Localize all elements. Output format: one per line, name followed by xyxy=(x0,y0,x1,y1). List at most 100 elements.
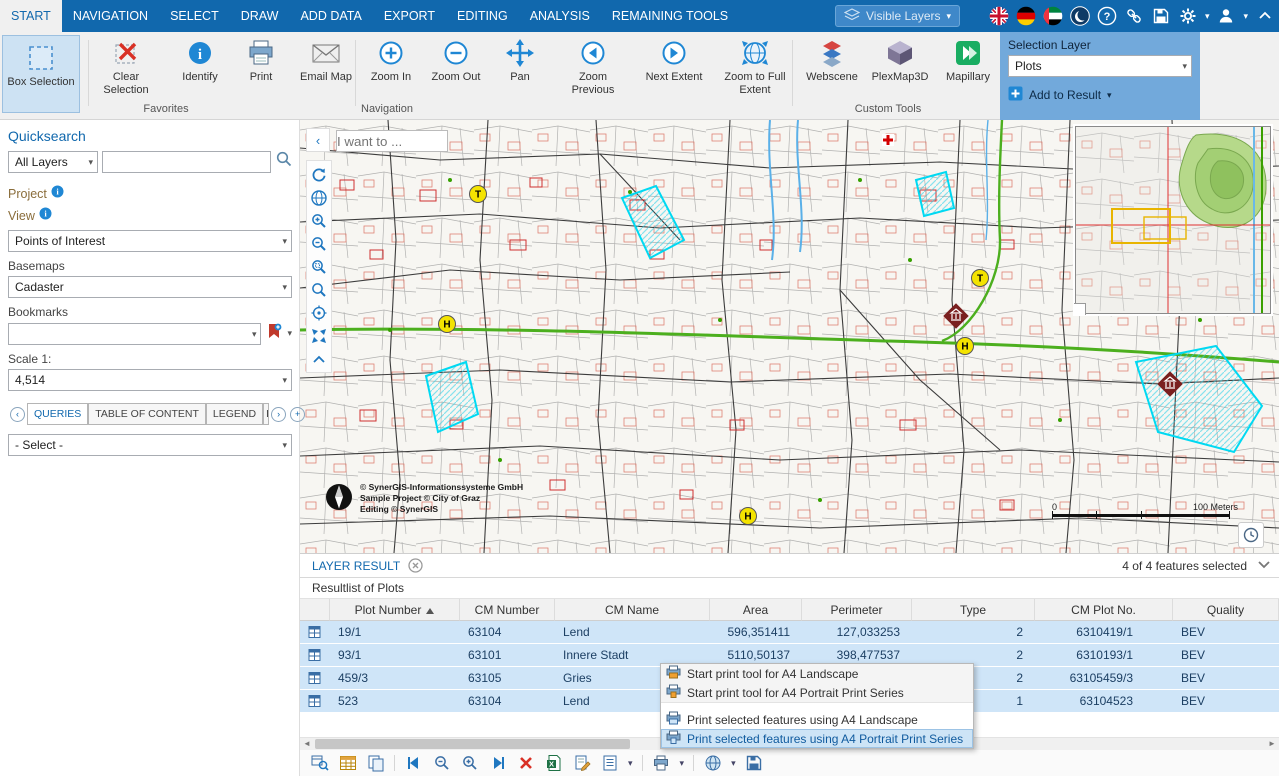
i-want-to-input[interactable] xyxy=(336,130,448,152)
previous-record-icon[interactable] xyxy=(404,754,423,773)
add-bookmark-icon[interactable] xyxy=(265,322,283,345)
scale-select[interactable]: 4,514 ▾ xyxy=(8,369,292,391)
zoom-out-record-icon[interactable] xyxy=(432,754,451,773)
col-cm-plot-no[interactable]: CM Plot No. xyxy=(1035,599,1173,621)
language-flag-ae[interactable] xyxy=(1043,6,1063,26)
quicksearch-input[interactable] xyxy=(102,151,271,173)
tab-table-of-content[interactable]: TABLE OF CONTENT xyxy=(88,403,206,425)
excel-export-icon[interactable]: X xyxy=(544,754,563,773)
gear-icon[interactable] xyxy=(1178,6,1198,26)
project-link[interactable]: Project xyxy=(8,187,47,201)
help-icon[interactable]: ? xyxy=(1097,6,1117,26)
export-menu-caret[interactable]: ▾ xyxy=(731,758,736,769)
tab-remaining-tools[interactable]: REMAINING TOOLS xyxy=(601,0,739,32)
map-viewport[interactable]: T H T H H ‹ xyxy=(300,120,1279,553)
tool-email-map[interactable]: Email Map xyxy=(293,35,359,84)
tool-mapillary[interactable]: Mapillary xyxy=(935,35,1001,84)
tab-export[interactable]: EXPORT xyxy=(373,0,446,32)
user-icon[interactable] xyxy=(1216,6,1236,26)
context-menu-item[interactable]: Print selected features using A4 Landsca… xyxy=(661,710,973,729)
search-icon[interactable] xyxy=(275,150,293,173)
tool-next-extent[interactable]: Next Extent xyxy=(641,35,707,84)
language-flag-uk[interactable] xyxy=(989,6,1009,26)
report-menu-caret[interactable]: ▾ xyxy=(628,758,633,769)
table-row[interactable]: 19/1 63104 Lend 596,351411 127,033253 2 … xyxy=(300,621,1279,644)
record-icon[interactable] xyxy=(300,644,330,666)
tool-print[interactable]: Print xyxy=(228,35,294,84)
time-slider-icon[interactable] xyxy=(1238,522,1264,548)
tool-pan[interactable]: Pan xyxy=(487,35,553,84)
tool-zoom-previous[interactable]: Zoom Previous xyxy=(560,35,626,97)
tabs-scroll-left-icon[interactable]: ‹ xyxy=(10,407,25,422)
tab-queries[interactable]: QUERIES xyxy=(27,403,88,425)
tab-clipped[interactable]: L xyxy=(263,403,269,425)
close-result-icon[interactable] xyxy=(408,558,423,573)
print-results-icon[interactable] xyxy=(652,754,671,773)
globe-icon[interactable] xyxy=(308,186,330,209)
tool-plexmap3d[interactable]: PlexMap3D xyxy=(867,35,933,84)
zoom-free-icon[interactable] xyxy=(308,278,330,301)
save-results-icon[interactable] xyxy=(745,754,764,773)
user-menu-caret[interactable]: ▾ xyxy=(1243,11,1248,22)
copy-records-icon[interactable] xyxy=(366,754,385,773)
selection-layer-select[interactable]: Plots ▾ xyxy=(1008,55,1192,77)
zoom-in-record-icon[interactable] xyxy=(460,754,479,773)
tab-navigation[interactable]: NAVIGATION xyxy=(62,0,159,32)
chevron-down-icon[interactable]: ▾ xyxy=(287,328,292,339)
tool-zoom-out[interactable]: Zoom Out xyxy=(423,35,489,84)
tab-editing[interactable]: EDITING xyxy=(446,0,519,32)
gear-menu-caret[interactable]: ▾ xyxy=(1205,11,1210,22)
report-icon[interactable] xyxy=(600,754,619,773)
scrollbar-thumb[interactable] xyxy=(315,739,630,749)
view-select[interactable]: Points of Interest ▾ xyxy=(8,230,292,252)
tabs-more-icon[interactable]: + xyxy=(290,407,305,422)
full-extent-arrows-icon[interactable] xyxy=(308,324,330,347)
print-menu-caret[interactable]: ▾ xyxy=(680,758,685,769)
tool-zoom-in[interactable]: Zoom In xyxy=(358,35,424,84)
col-cm-number[interactable]: CM Number xyxy=(460,599,555,621)
tab-analysis[interactable]: ANALYSIS xyxy=(519,0,601,32)
info-icon[interactable]: i xyxy=(51,185,64,203)
scroll-left-icon[interactable]: ◄ xyxy=(300,738,314,750)
collapse-toolbar-icon[interactable] xyxy=(308,347,330,370)
tab-add-data[interactable]: ADD DATA xyxy=(289,0,372,32)
col-cm-name[interactable]: CM Name xyxy=(555,599,710,621)
record-icon[interactable] xyxy=(300,621,330,643)
save-icon[interactable] xyxy=(1151,6,1171,26)
tool-clear-selection[interactable]: Clear Selection xyxy=(93,35,159,97)
query-select[interactable]: - Select - ▾ xyxy=(8,434,292,456)
basemaps-select[interactable]: Cadaster ▾ xyxy=(8,276,292,298)
language-flag-de[interactable] xyxy=(1016,6,1036,26)
scroll-right-icon[interactable]: ► xyxy=(1265,738,1279,750)
tab-legend[interactable]: LEGEND xyxy=(206,403,263,425)
info-icon[interactable]: i xyxy=(39,207,52,225)
hospital-marker[interactable] xyxy=(882,134,894,146)
refresh-icon[interactable] xyxy=(308,163,330,186)
center-map-icon[interactable] xyxy=(308,301,330,324)
context-menu-item-selected[interactable]: Print selected features using A4 Portrai… xyxy=(661,729,973,748)
layer-result-tab[interactable]: LAYER RESULT xyxy=(300,559,400,573)
tab-start[interactable]: START xyxy=(0,0,62,32)
tab-select[interactable]: SELECT xyxy=(159,0,230,32)
view-link[interactable]: View xyxy=(8,209,35,223)
tool-box-selection[interactable]: Box Selection xyxy=(2,35,80,113)
zoom-in-icon[interactable] xyxy=(308,209,330,232)
tool-zoom-full-extent[interactable]: Zoom to Full Extent xyxy=(722,35,788,97)
context-menu-item[interactable]: Start print tool for A4 Portrait Print S… xyxy=(661,683,973,702)
bookmarks-select[interactable]: ▾ xyxy=(8,323,261,345)
next-record-icon[interactable] xyxy=(488,754,507,773)
tool-identify[interactable]: i Identify xyxy=(167,35,233,84)
tabs-scroll-right-icon[interactable]: › xyxy=(271,407,286,422)
col-type[interactable]: Type xyxy=(912,599,1035,621)
add-to-result-button[interactable]: Add to Result ▾ xyxy=(1008,86,1192,104)
overview-resize-handle[interactable] xyxy=(1074,303,1086,315)
col-area[interactable]: Area xyxy=(710,599,802,621)
zoom-window-icon[interactable] xyxy=(308,255,330,278)
record-icon[interactable] xyxy=(300,667,330,689)
record-icon[interactable] xyxy=(300,690,330,712)
sidebar-collapse-icon[interactable]: ‹ xyxy=(306,128,330,152)
col-perimeter[interactable]: Perimeter xyxy=(802,599,912,621)
quicksearch-layer-select[interactable]: All Layers ▾ xyxy=(8,151,98,173)
zoom-out-icon[interactable] xyxy=(308,232,330,255)
col-plot-number[interactable]: Plot Number xyxy=(330,599,460,621)
